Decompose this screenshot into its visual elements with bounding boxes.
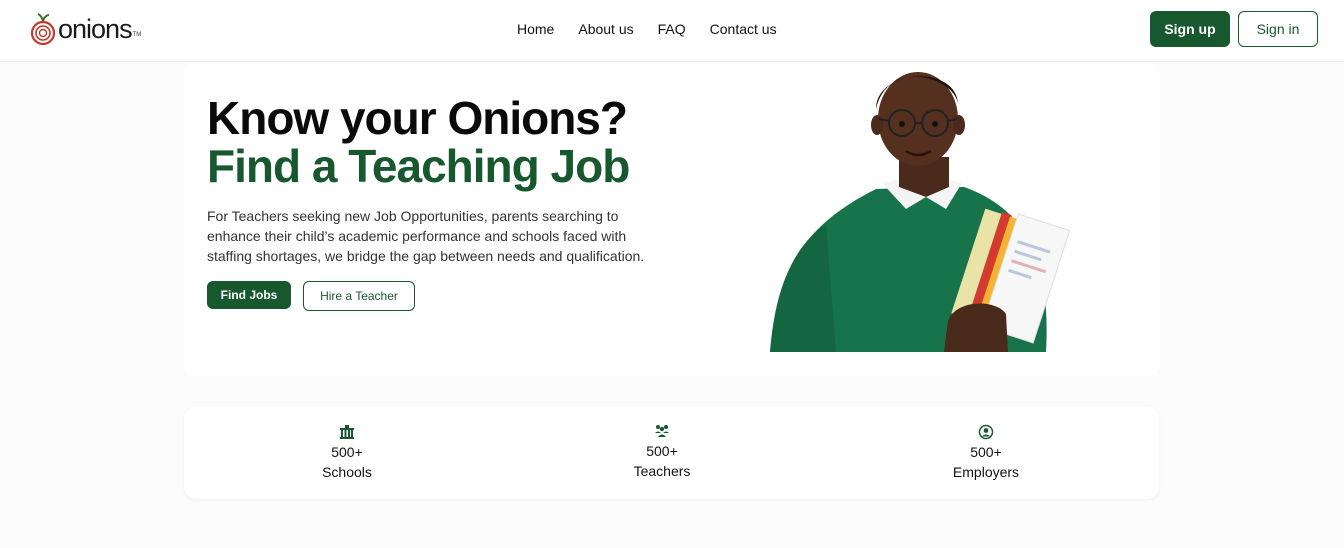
top-navbar: onions TM Home About us FAQ Contact us S… xyxy=(0,0,1344,62)
stat-employers: 500+ Employers xyxy=(916,424,1056,482)
teacher-hero-image xyxy=(770,72,1071,352)
brand-trademark: TM xyxy=(132,32,142,38)
main-nav: Home About us FAQ Contact us xyxy=(517,20,801,38)
stat-schools-value: 500+ xyxy=(331,444,363,460)
sign-up-button[interactable]: Sign up xyxy=(1150,11,1230,47)
stat-teachers-value: 500+ xyxy=(646,443,678,459)
brand-logo[interactable]: onions TM xyxy=(30,12,141,46)
stat-employers-label: Employers xyxy=(952,464,1020,480)
stat-employers-value: 500+ xyxy=(970,444,1002,460)
school-icon xyxy=(340,425,354,439)
onion-logo-icon xyxy=(30,13,56,46)
hire-teacher-button[interactable]: Hire a Teacher xyxy=(303,281,415,311)
brand-name: onions xyxy=(58,13,133,44)
nav-faq-link[interactable]: FAQ xyxy=(658,20,686,38)
hero-headline: Know your Onions? xyxy=(207,92,628,144)
nav-about-link[interactable]: About us xyxy=(578,20,633,38)
nav-contact-link[interactable]: Contact us xyxy=(710,20,777,38)
find-jobs-button[interactable]: Find Jobs xyxy=(207,281,291,309)
sign-in-button[interactable]: Sign in xyxy=(1238,11,1318,47)
stat-teachers: 500+ Teachers xyxy=(592,423,732,481)
teachers-icon xyxy=(655,425,669,437)
hero-subheadline: Find a Teaching Job xyxy=(207,140,630,192)
hero-description: For Teachers seeking new Job Opportuniti… xyxy=(207,208,645,264)
employer-icon xyxy=(978,424,994,440)
stat-teachers-label: Teachers xyxy=(633,463,691,479)
nav-home-link[interactable]: Home xyxy=(517,20,554,38)
stat-schools-label: Schools xyxy=(322,464,372,480)
stat-schools: 500+ Schools xyxy=(277,424,417,482)
stats-section: 500+ Schools 500+ Teachers 500+ Employer… xyxy=(184,407,1159,499)
